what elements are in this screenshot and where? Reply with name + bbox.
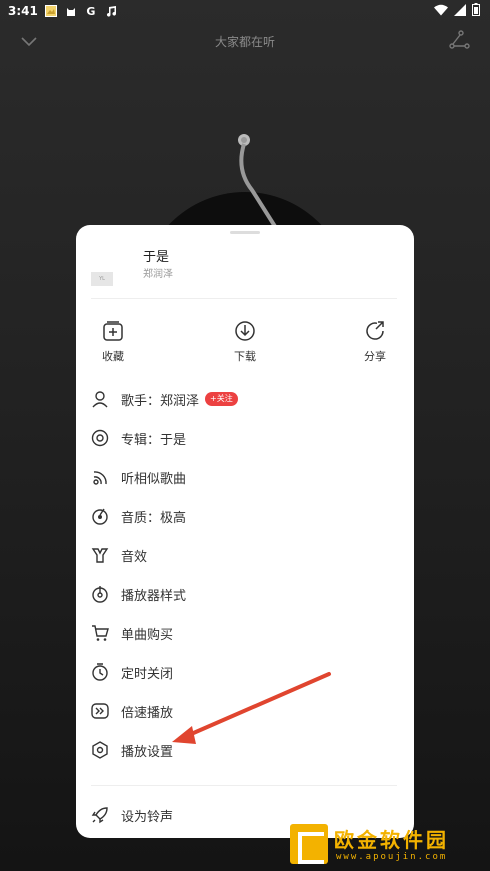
timer-icon [90,662,110,682]
hexagon-settings-icon [90,740,110,760]
menu-label: 音质：极高 [121,510,187,526]
divider [91,298,397,299]
menu-label: 倍速播放 [121,705,174,721]
menu-label: 设为铃声 [121,809,174,825]
collapse-chevron-icon[interactable] [18,30,40,52]
menu-label: 播放器样式 [121,588,187,604]
watermark-logo [290,824,328,864]
google-g-icon: G [86,4,96,18]
album-disc-icon [90,428,110,448]
menu-label: 听相似歌曲 [121,471,187,487]
menu-item-quality[interactable]: 音质：极高 [76,499,414,533]
album-cover: YL [91,272,113,286]
watermark-text: 欧金软件园 [334,828,449,852]
follow-button[interactable]: +关注 [205,392,238,406]
gallery-icon [44,4,58,18]
collect-button[interactable]: 收藏 [83,320,143,370]
player-top-nav: 大家都在听 [0,26,490,56]
menu-label: 定时关闭 [121,666,174,682]
watermark-url: www.apoujin.com [336,852,448,862]
battery-icon [472,3,480,19]
song-header: YL 于是 郑润泽 [76,239,414,299]
download-label: 下载 [234,350,256,363]
song-title: 于是 [143,250,170,265]
status-right [434,3,480,19]
status-bar: 3:41 G [0,0,490,22]
share-label: 分享 [364,350,386,363]
annotation-arrow [172,672,331,744]
collect-label: 收藏 [102,350,124,363]
add-to-playlist-icon [103,321,123,341]
radar-wave-icon [90,467,110,487]
menu-label: 播放设置 [121,744,174,760]
ringtone-rocket-icon [90,805,110,825]
menu-item-album[interactable]: 专辑：于是 [76,421,414,455]
sheet-drag-handle[interactable] [230,231,260,234]
share-graph-icon[interactable] [448,29,470,51]
player-style-icon [90,584,110,604]
music-note-icon [104,4,118,18]
menu-item-artist[interactable]: 歌手：郑润泽 +关注 [76,382,414,416]
watermark: 欧金软件园 www.apoujin.com [290,824,486,866]
wifi-icon [434,4,448,19]
download-icon [235,321,255,341]
fast-forward-icon [90,701,110,721]
menu-label: 专辑：于是 [121,432,187,448]
divider [91,785,397,786]
menu-label: 音效 [121,549,148,565]
menu-label: 歌手：郑润泽 [121,393,200,409]
menu-item-similar[interactable]: 听相似歌曲 [76,460,414,494]
cat-icon [64,4,78,18]
sound-effect-icon [90,545,110,565]
cart-icon [90,623,110,643]
nav-title: 大家都在听 [214,34,275,49]
person-icon [90,389,110,409]
share-button[interactable]: 分享 [345,320,405,370]
status-time: 3:41 [8,4,38,18]
quality-disc-icon [90,506,110,526]
download-button[interactable]: 下载 [215,320,275,370]
menu-item-player-style[interactable]: 播放器样式 [76,577,414,611]
menu-label: 单曲购买 [121,627,174,643]
action-row: 收藏 下载 分享 [76,320,414,370]
menu-item-effects[interactable]: 音效 [76,538,414,572]
signal-icon [454,3,466,19]
share-icon [366,321,384,340]
tonearm-needle [238,134,278,230]
song-artist: 郑润泽 [143,269,173,280]
menu-item-buy[interactable]: 单曲购买 [76,616,414,650]
